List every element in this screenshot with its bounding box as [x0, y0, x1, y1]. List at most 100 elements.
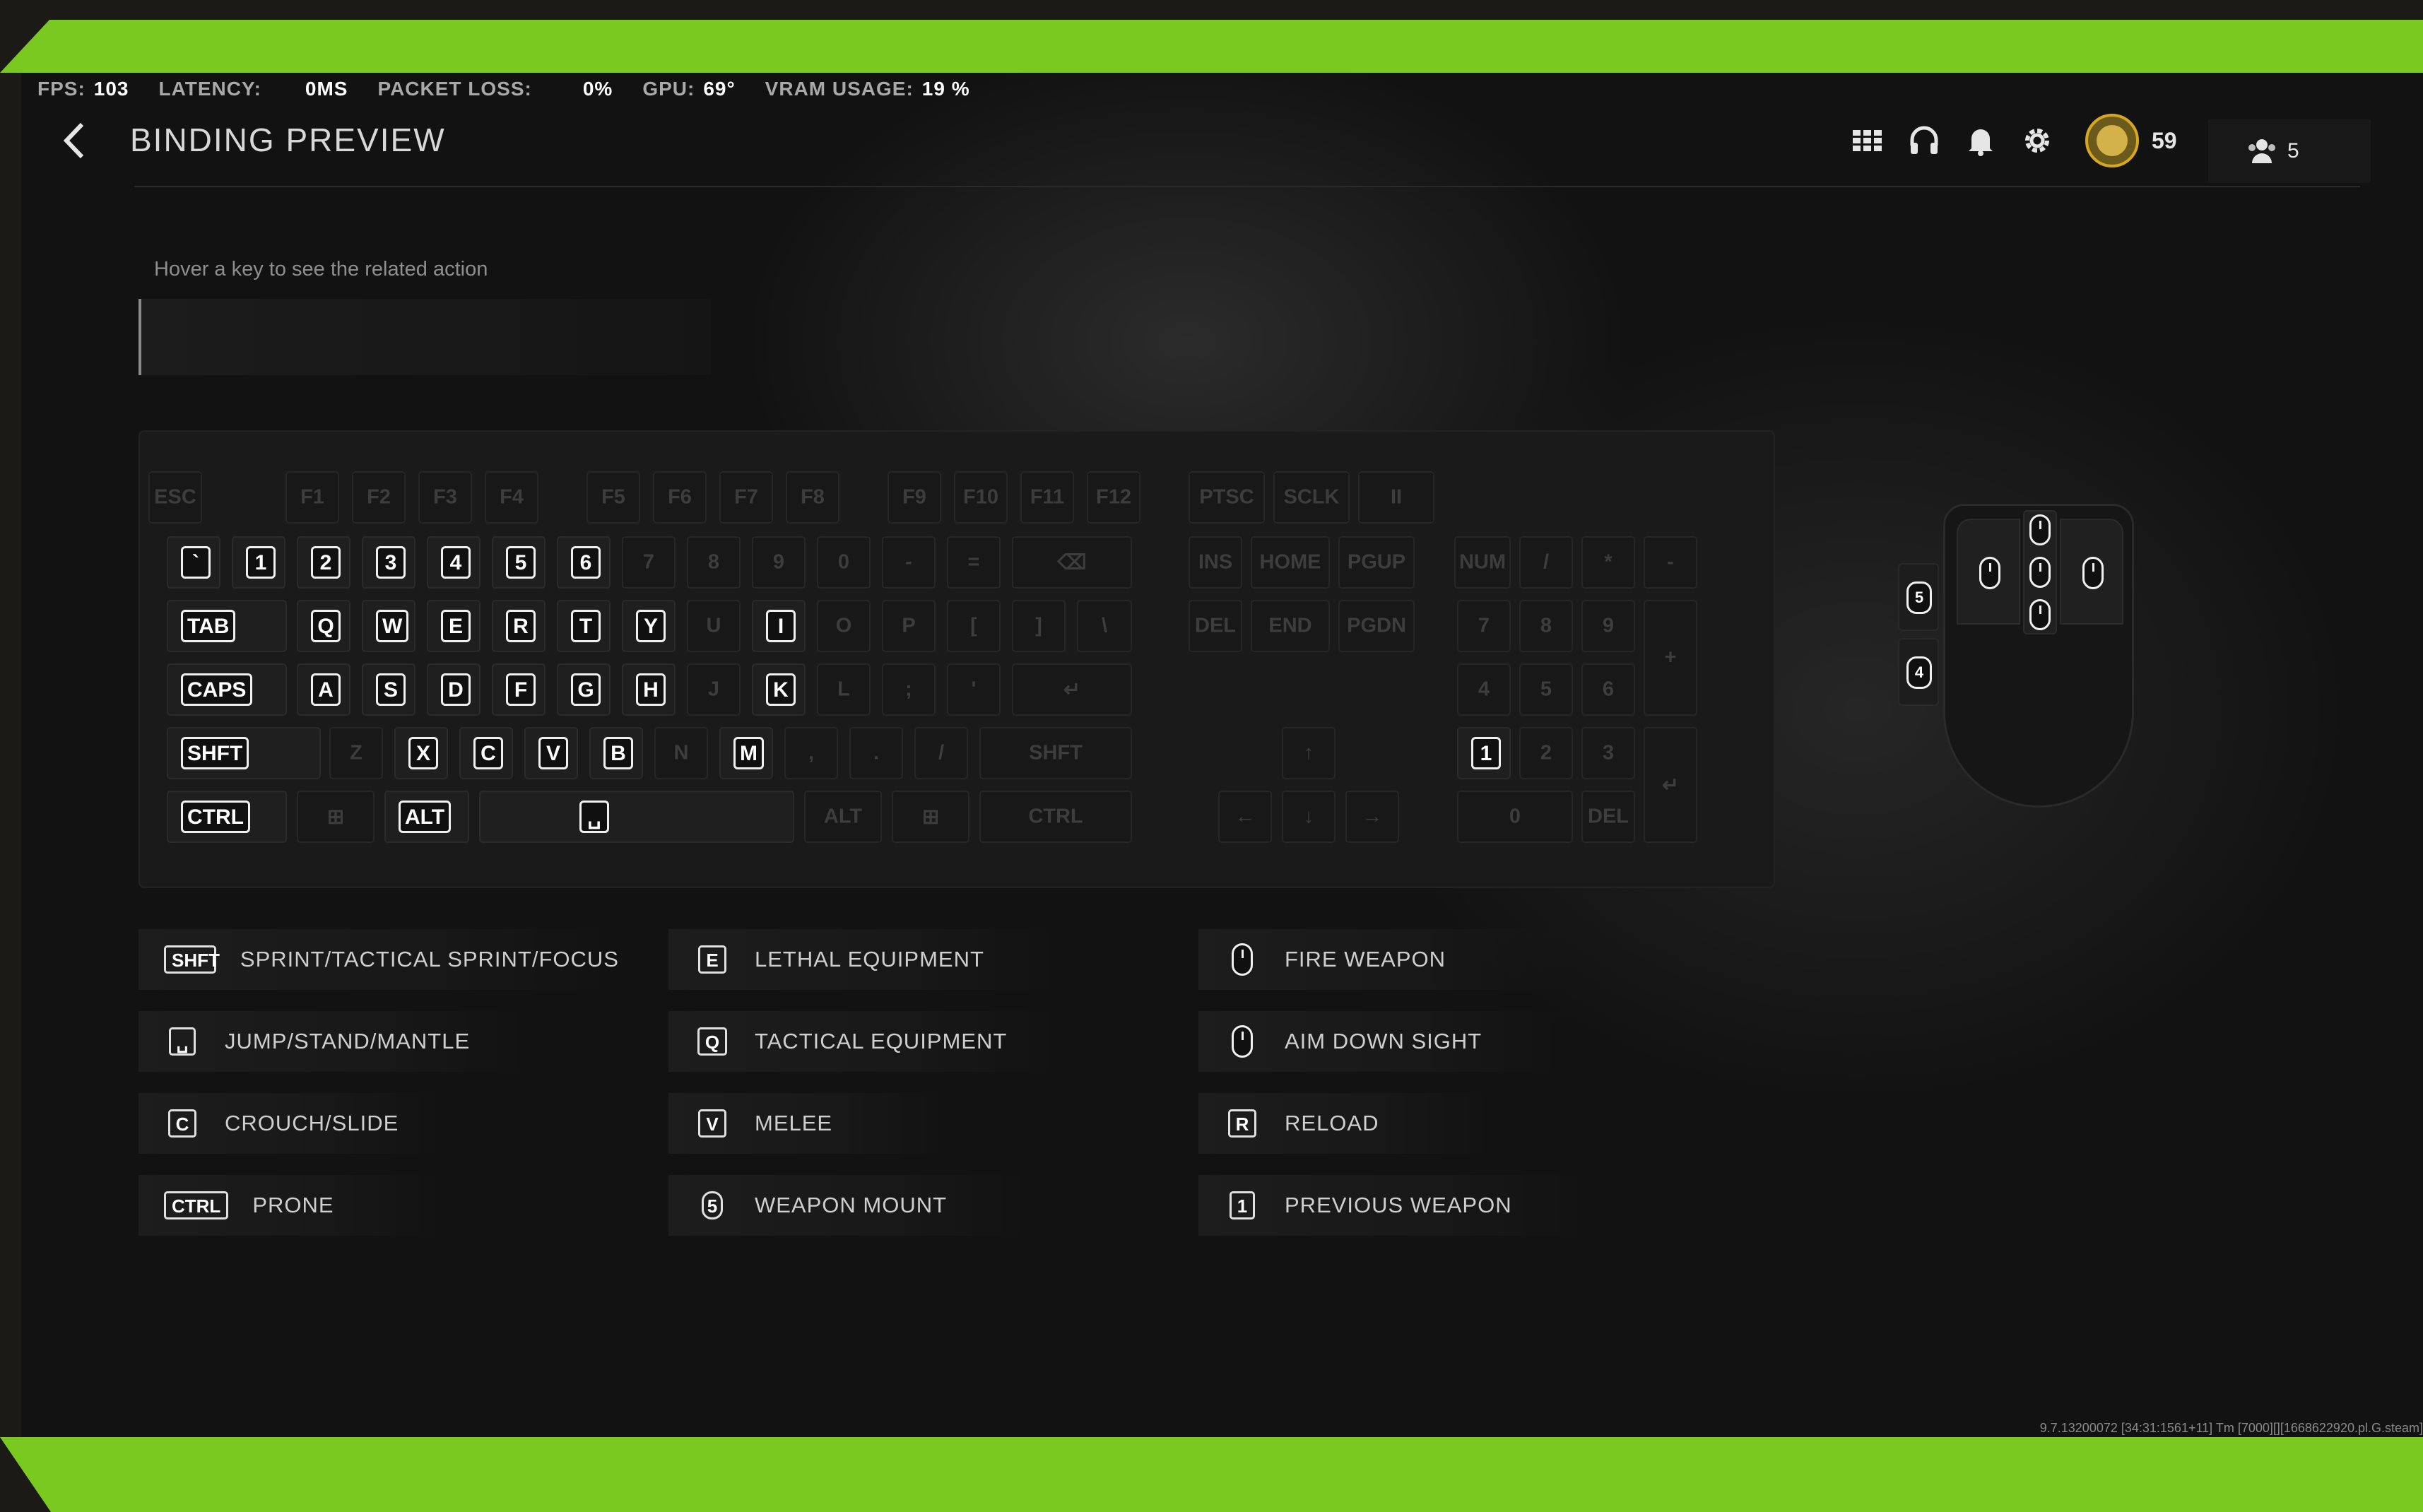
key-num-divide[interactable]: / [1519, 536, 1573, 589]
legend-item[interactable]: C CROUCH/SLIDE [138, 1093, 449, 1154]
back-button[interactable] [49, 112, 99, 169]
mouse-button-4[interactable]: 4 [1898, 638, 1939, 706]
key-e[interactable]: E [427, 600, 481, 652]
key-backtick[interactable]: ` [167, 536, 220, 589]
key-6[interactable]: 6 [557, 536, 611, 589]
grid-icon[interactable] [1848, 121, 1887, 160]
key-s[interactable]: S [362, 663, 415, 716]
key-j[interactable]: J [687, 663, 741, 716]
key-left-win[interactable]: ⊞ [297, 791, 375, 843]
key-b[interactable]: B [589, 727, 643, 779]
key-num-2[interactable]: 2 [1519, 727, 1573, 779]
key-left-alt[interactable]: ALT [384, 791, 469, 843]
key-right-shift[interactable]: SHFT [979, 727, 1132, 779]
key-num-enter[interactable]: ↵ [1644, 727, 1697, 843]
key-o[interactable]: O [817, 600, 871, 652]
key-num-6[interactable]: 6 [1581, 663, 1635, 716]
key-arrow-up[interactable]: ↑ [1282, 727, 1336, 779]
key-semicolon[interactable]: ; [882, 663, 936, 716]
key-f4[interactable]: F4 [485, 471, 538, 524]
key-rbracket[interactable]: ] [1012, 600, 1066, 652]
key-arrow-down[interactable]: ↓ [1282, 791, 1336, 843]
legend-item[interactable]: AIM DOWN SIGHT [1198, 1011, 1566, 1072]
key-d[interactable]: D [427, 663, 481, 716]
key-f10[interactable]: F10 [954, 471, 1008, 524]
key-del[interactable]: DEL [1189, 600, 1242, 652]
key-i[interactable]: I [752, 600, 806, 652]
mouse-right-button[interactable] [2060, 519, 2123, 625]
legend-item[interactable]: Q TACTICAL EQUIPMENT [668, 1011, 1064, 1072]
key-right-win[interactable]: ⊞ [892, 791, 969, 843]
legend-item[interactable]: SHFT SPRINT/TACTICAL SPRINT/FOCUS [138, 929, 619, 990]
key-right-ctrl[interactable]: CTRL [979, 791, 1132, 843]
key-numlock[interactable]: NUM [1454, 536, 1511, 589]
key-q[interactable]: Q [297, 600, 350, 652]
key-y[interactable]: Y [622, 600, 676, 652]
key-tab[interactable]: TAB [167, 600, 287, 652]
key-ins[interactable]: INS [1189, 536, 1242, 589]
key-enter[interactable]: ↵ [1012, 663, 1132, 716]
key-pause[interactable]: II [1358, 471, 1434, 524]
key-backslash[interactable]: \ [1077, 600, 1132, 652]
key-t[interactable]: T [557, 600, 611, 652]
bell-icon[interactable] [1961, 121, 2000, 160]
legend-item[interactable]: FIRE WEAPON [1198, 929, 1566, 990]
key-h[interactable]: H [622, 663, 676, 716]
legend-item[interactable]: ␣ JUMP/STAND/MANTLE [138, 1011, 534, 1072]
key-comma[interactable]: , [784, 727, 838, 779]
key-home[interactable]: HOME [1251, 536, 1330, 589]
gear-icon[interactable] [2017, 121, 2057, 160]
key-p[interactable]: P [882, 600, 936, 652]
key-k[interactable]: K [752, 663, 806, 716]
key-7[interactable]: 7 [622, 536, 676, 589]
key-w[interactable]: W [362, 600, 415, 652]
key-0[interactable]: 0 [817, 536, 871, 589]
key-u[interactable]: U [687, 600, 741, 652]
key-prtsc[interactable]: PTSC [1189, 471, 1265, 524]
key-n[interactable]: N [654, 727, 708, 779]
key-num-8[interactable]: 8 [1519, 600, 1573, 652]
key-f11[interactable]: F11 [1020, 471, 1074, 524]
key-end[interactable]: END [1251, 600, 1330, 652]
key-f3[interactable]: F3 [418, 471, 472, 524]
key-f[interactable]: F [492, 663, 546, 716]
key-z[interactable]: Z [329, 727, 383, 779]
key-l[interactable]: L [817, 663, 871, 716]
key-4[interactable]: 4 [427, 536, 481, 589]
key-period[interactable]: . [849, 727, 903, 779]
key-esc[interactable]: ESC [148, 471, 202, 524]
key-f1[interactable]: F1 [285, 471, 339, 524]
key-f9[interactable]: F9 [888, 471, 941, 524]
key-v[interactable]: V [524, 727, 578, 779]
key-slash[interactable]: / [914, 727, 968, 779]
key-num-1[interactable]: 1 [1457, 727, 1511, 779]
key-caps[interactable]: CAPS [167, 663, 287, 716]
key-num-9[interactable]: 9 [1581, 600, 1635, 652]
legend-item[interactable]: 1 PREVIOUS WEAPON [1198, 1175, 1594, 1236]
key-num-del[interactable]: DEL [1581, 791, 1635, 843]
key-num-multiply[interactable]: * [1581, 536, 1635, 589]
key-num-3[interactable]: 3 [1581, 727, 1635, 779]
key-1[interactable]: 1 [232, 536, 285, 589]
key-g[interactable]: G [557, 663, 611, 716]
key-m[interactable]: M [719, 727, 773, 779]
key-lbracket[interactable]: [ [947, 600, 1001, 652]
key-9[interactable]: 9 [752, 536, 806, 589]
key-quote[interactable]: ' [947, 663, 1001, 716]
key-num-plus[interactable]: + [1644, 600, 1697, 716]
key-num-5[interactable]: 5 [1519, 663, 1573, 716]
key-minus[interactable]: - [882, 536, 936, 589]
player-emblem-icon[interactable] [2085, 114, 2139, 167]
key-f6[interactable]: F6 [653, 471, 707, 524]
headset-icon[interactable] [1904, 121, 1944, 160]
key-left-shift[interactable]: SHFT [167, 727, 321, 779]
key-5[interactable]: 5 [492, 536, 546, 589]
key-f5[interactable]: F5 [586, 471, 640, 524]
key-left-ctrl[interactable]: CTRL [167, 791, 287, 843]
key-num-4[interactable]: 4 [1457, 663, 1511, 716]
legend-item[interactable]: 5 WEAPON MOUNT [668, 1175, 1036, 1236]
key-pgup[interactable]: PGUP [1338, 536, 1415, 589]
key-num-0[interactable]: 0 [1457, 791, 1573, 843]
key-num-minus[interactable]: - [1644, 536, 1697, 589]
key-right-alt[interactable]: ALT [804, 791, 882, 843]
